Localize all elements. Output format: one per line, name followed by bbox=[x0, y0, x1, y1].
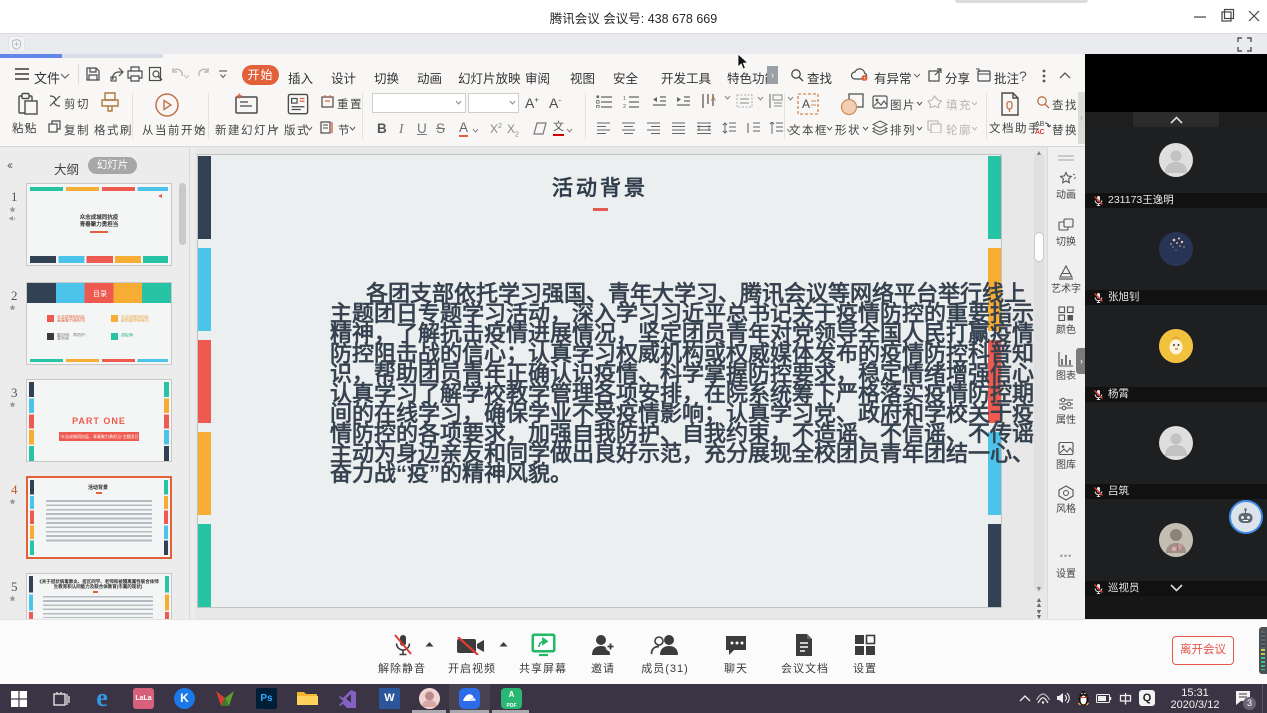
svg-text:A: A bbox=[711, 96, 716, 103]
svg-text:2: 2 bbox=[623, 104, 626, 108]
svg-text:1: 1 bbox=[623, 96, 626, 102]
svg-text:AC: AC bbox=[1035, 129, 1045, 134]
svg-text:A: A bbox=[802, 97, 810, 111]
svg-text:AB: AB bbox=[1035, 121, 1045, 128]
